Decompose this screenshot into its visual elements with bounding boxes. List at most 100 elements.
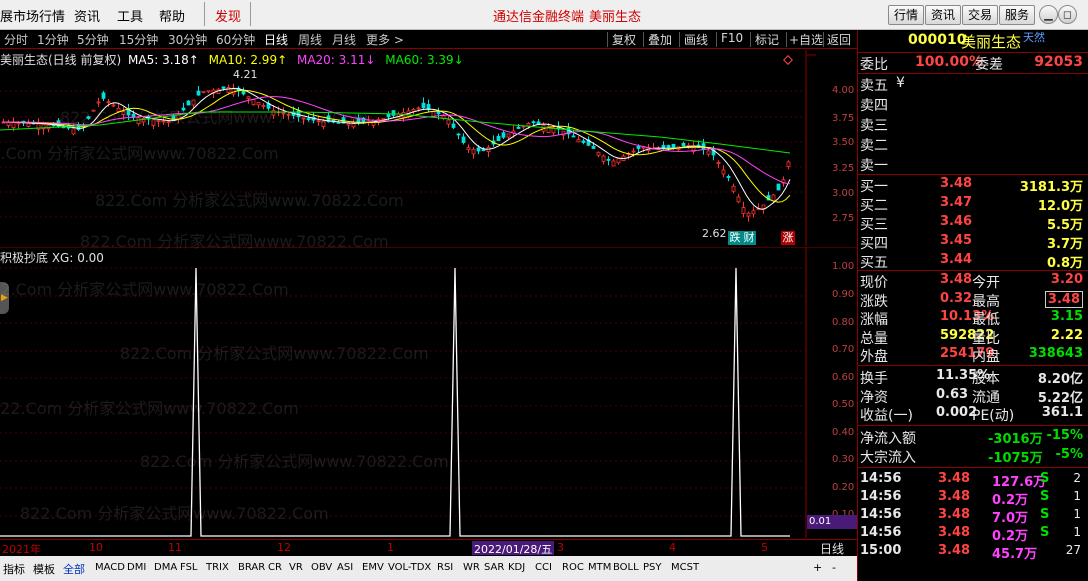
price-axis-label: 3.00 (832, 188, 855, 199)
indicator-tab-psy[interactable]: PSY (643, 562, 662, 573)
candle-body (261, 105, 266, 107)
indicator-tab-dma[interactable]: DMA (154, 562, 177, 573)
fundamental-label: 股本 (972, 371, 1000, 387)
sell-label: 卖四 (860, 98, 888, 114)
candle-body (271, 110, 276, 116)
adjust-button[interactable]: 复权 (612, 31, 636, 48)
candle-body (531, 121, 536, 124)
period-daily[interactable]: 日线 (264, 31, 288, 48)
chart-legend: 美丽生态(日线 前复权) MA5: 3.18↑ MA10: 2.99↑ MA20… (0, 51, 464, 68)
diamond-marker (783, 55, 793, 65)
period-30min[interactable]: 30分钟 (168, 31, 207, 48)
indicator-tab-sar[interactable]: SAR (484, 562, 504, 573)
date-label: 12 (277, 541, 291, 554)
trade-button[interactable]: 交易 (962, 5, 998, 25)
indicator-tab-mcst[interactable]: MCST (671, 562, 699, 573)
back-button[interactable]: 返回 (827, 31, 851, 48)
cursor-date: 2022/01/28/五 (472, 541, 555, 556)
menu-discover[interactable]: 发现 (215, 6, 241, 25)
menu-news[interactable]: 资讯 (74, 6, 100, 25)
indicator-tab-obv[interactable]: OBV (311, 562, 332, 573)
candle-body (736, 196, 741, 203)
expand-panel-handle[interactable]: ▶ (0, 282, 9, 314)
period-weekly[interactable]: 周线 (298, 31, 322, 48)
candle-body (351, 123, 356, 128)
indicator-axis-label: 0.40 (832, 427, 855, 438)
indicator-tab-vr[interactable]: VR (289, 562, 303, 573)
add-watchlist-button[interactable]: +自选 (789, 31, 823, 48)
candle-body (71, 128, 76, 135)
minimize-icon[interactable]: ▁ (1039, 5, 1058, 24)
indicator-tab-指标[interactable]: 指标 (3, 561, 25, 577)
indicator-tab-kdj[interactable]: KDJ (508, 562, 525, 573)
stock-name: 美丽生态 (961, 33, 1022, 51)
indicator-tab-fsl[interactable]: FSL (180, 562, 198, 573)
tick-count: 2 (1073, 471, 1081, 485)
draw-button[interactable]: 画线 (684, 31, 708, 48)
candle-body (136, 117, 141, 124)
menu-help[interactable]: 帮助 (159, 6, 185, 25)
rise-marker[interactable]: 涨 (781, 231, 795, 245)
tick-volume: 127.6万 (992, 475, 1047, 490)
indicator-tab-dmi[interactable]: DMI (127, 562, 146, 573)
tick-side: S (1040, 489, 1050, 504)
zoom-in-button[interactable]: + (813, 561, 822, 574)
candle-body (786, 161, 791, 167)
service-button[interactable]: 服务 (999, 5, 1035, 25)
period-60min[interactable]: 60分钟 (216, 31, 255, 48)
candle-body (321, 120, 326, 127)
indicator-tab-全部[interactable]: 全部 (63, 561, 85, 577)
mark-button[interactable]: 标记 (755, 31, 779, 48)
indicator-tab-wr[interactable]: WR (463, 562, 480, 573)
buy-volume: 3.7万 (1046, 237, 1083, 252)
indicator-tab-mtm[interactable]: MTM (588, 562, 611, 573)
fundamental-row: 收益(一) 0.002 PE(动) 361.1 (860, 405, 1087, 424)
indicator-tab-vol-tdx[interactable]: VOL-TDX (388, 562, 431, 573)
period-1min[interactable]: 1分钟 (37, 31, 69, 48)
overlay-button[interactable]: 叠加 (648, 31, 672, 48)
toolbar-divider (607, 32, 608, 47)
indicator-tab-macd[interactable]: MACD (95, 562, 125, 573)
indicator-tab-asi[interactable]: ASI (337, 562, 353, 573)
indicator-tab-模板[interactable]: 模板 (33, 561, 55, 577)
ma60-line (0, 111, 791, 154)
period-15min[interactable]: 15分钟 (119, 31, 158, 48)
menu-tools[interactable]: 工具 (117, 6, 143, 25)
indicator-tab-cci[interactable]: CCI (535, 562, 552, 573)
drop-marker[interactable]: 跌 (728, 231, 742, 245)
buy-row: 买四 3.45 3.7万 (860, 233, 1087, 252)
period-more[interactable]: 更多 > (366, 31, 404, 48)
menu-market[interactable]: 展市场行情 (0, 6, 65, 25)
indicator-tab-roc[interactable]: ROC (562, 562, 584, 573)
indicator-tab-rsi[interactable]: RSI (437, 562, 453, 573)
period-5min[interactable]: 5分钟 (77, 31, 109, 48)
buy-volume: 0.8万 (1046, 256, 1083, 271)
fundamental-row: 净资 0.63 流通 5.22亿 (860, 387, 1087, 406)
zoom-out-button[interactable]: - (832, 561, 836, 574)
f10-button[interactable]: F10 (721, 31, 743, 45)
indicator-tab-cr[interactable]: CR (268, 562, 282, 573)
stat-value: 2.22 (1050, 327, 1083, 343)
indicator-tab-boll[interactable]: BOLL (613, 562, 639, 573)
indicator-tab-emv[interactable]: EMV (362, 562, 384, 573)
period-intraday[interactable]: 分时 (4, 31, 28, 48)
period-monthly[interactable]: 月线 (332, 31, 356, 48)
candle-body (111, 104, 116, 107)
restore-icon[interactable]: ◻ (1058, 5, 1077, 24)
candlestick-chart[interactable]: 美丽生态(日线 前复权) MA5: 3.18↑ MA10: 2.99↑ MA20… (0, 50, 857, 246)
finance-marker[interactable]: 财 (742, 231, 756, 245)
weibi-label: 委比 (860, 57, 888, 73)
price-axis-label: 3.25 (832, 163, 855, 174)
indicator-chart[interactable]: 积极抄底 XG: 0.00 1.00 0.90 0.80 0.70 0.60 0… (0, 247, 857, 538)
fundamental-value: 361.1 (1041, 405, 1083, 420)
tick-side: S (1040, 507, 1050, 522)
indicator-tab-trix[interactable]: TRIX (206, 562, 229, 573)
buy-label: 买二 (860, 198, 888, 214)
info-button[interactable]: 资讯 (925, 5, 961, 25)
candlestick-svg (0, 50, 816, 246)
toolbar-divider (786, 32, 787, 47)
candle-body (706, 150, 711, 155)
candle-body (246, 96, 251, 99)
indicator-tab-brar[interactable]: BRAR (238, 562, 265, 573)
quote-button[interactable]: 行情 (888, 5, 924, 25)
